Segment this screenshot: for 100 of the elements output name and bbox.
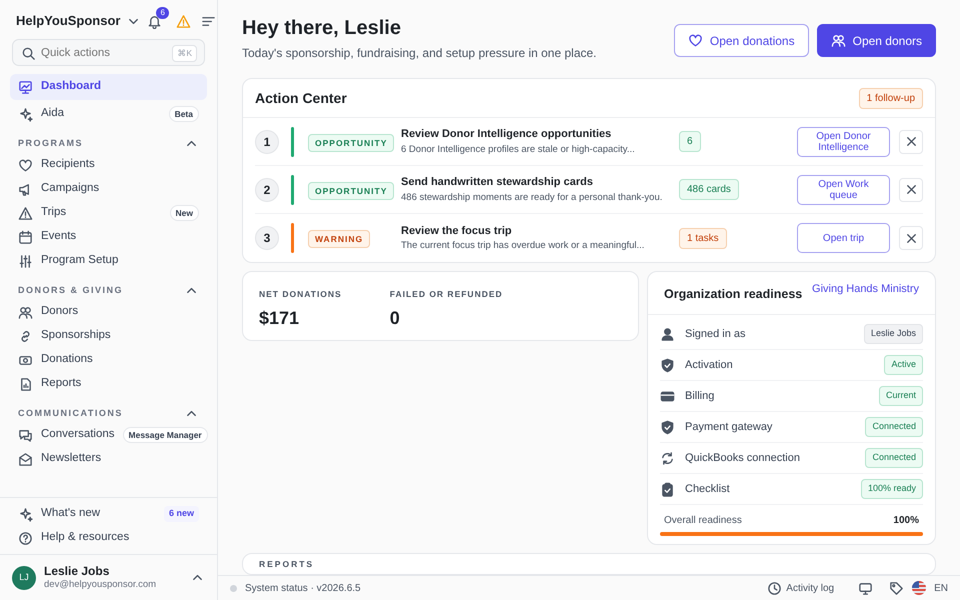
overall-label: Overall readiness <box>664 514 742 528</box>
shield-check-icon <box>660 358 675 372</box>
action-title: Send handwritten stewardship cards <box>401 175 594 190</box>
open-donations-button[interactable]: Open donations <box>674 24 809 57</box>
organization-link[interactable]: Giving Hands Ministry <box>812 281 919 298</box>
section-title: REPORTS <box>259 558 314 570</box>
status-tag: Current <box>878 386 923 406</box>
chat-icon <box>18 428 33 442</box>
readiness-label: Checklist <box>685 482 730 497</box>
nav-item[interactable]: Events <box>10 225 207 249</box>
report-icon <box>18 376 33 392</box>
status-tag: Connected <box>865 417 923 437</box>
step-number: 3 <box>255 226 279 250</box>
nav-badge: Message Manager <box>122 426 208 444</box>
bell-icon[interactable] <box>147 14 162 28</box>
new-count: 6 new <box>164 506 199 522</box>
nav-item[interactable]: Donors <box>10 300 207 324</box>
flag-icon <box>912 581 926 595</box>
brand-name: HelpYouSponsor <box>16 12 120 30</box>
heart-icon <box>18 158 33 172</box>
readiness-label: Payment gateway <box>685 420 772 435</box>
status-dot <box>230 584 237 592</box>
people-icon <box>18 304 33 320</box>
monitor-icon <box>858 580 874 596</box>
stat-value: 0 <box>390 306 401 330</box>
chart-icon <box>18 80 33 94</box>
nav-item[interactable]: Newsletters <box>10 447 207 471</box>
nav-badge: Beta <box>168 106 199 122</box>
open-donors-button[interactable]: Open donors <box>816 24 936 57</box>
stat-label: FAILED OR REFUNDED <box>390 288 503 301</box>
action-button[interactable]: Open Donor Intelligence <box>797 126 890 156</box>
section-header[interactable]: PROGRAMS <box>10 134 207 153</box>
action-button[interactable]: Open Work queue <box>797 174 890 204</box>
dismiss-button[interactable] <box>899 226 923 250</box>
user-avatar: LJ <box>12 566 36 590</box>
action-button[interactable]: Open trip <box>797 223 890 253</box>
count-badge: 6 <box>679 131 701 152</box>
count-badge: 1 tasks <box>679 228 727 248</box>
card-title: Action Center <box>255 88 347 108</box>
section-header[interactable]: DONORS & GIVING <box>10 281 207 300</box>
shortcut-key: ⌘K <box>172 45 197 62</box>
activity-log-link[interactable]: Activity log <box>767 580 834 596</box>
step-number: 2 <box>255 178 279 202</box>
tag-icon <box>889 580 904 596</box>
readiness-label: Billing <box>685 388 714 404</box>
status-tag: 100% ready <box>860 479 923 499</box>
language-label: EN <box>934 582 948 596</box>
step-number: 1 <box>255 130 279 154</box>
nav-item[interactable]: Aida Beta <box>10 102 207 126</box>
warning-icon <box>18 206 33 220</box>
status-tag: WARNING <box>308 230 370 248</box>
sparkle-icon <box>18 106 33 122</box>
action-description: 486 stewardship moments are ready for a personal thank-you. <box>401 190 664 205</box>
overall-value: 100% <box>893 514 919 528</box>
heart-icon <box>688 33 703 48</box>
status-tag: OPPORTUNITY <box>308 182 394 200</box>
notification-count: 6 <box>156 6 169 18</box>
nav-item[interactable]: Recipients <box>10 153 207 177</box>
calendar-icon <box>18 230 33 244</box>
status-tag: Connected <box>865 448 923 468</box>
nav-item[interactable]: Conversations Message Manager <box>10 423 207 447</box>
help-icon <box>18 530 33 546</box>
nav-item[interactable]: What's new 6 new <box>10 502 207 526</box>
count-badge: 486 cards <box>679 179 739 200</box>
dismiss-button[interactable] <box>899 130 923 154</box>
nav-item[interactable]: Program Setup <box>10 249 207 273</box>
card-title: Organization readiness <box>664 286 802 303</box>
shield-check-icon <box>660 420 675 434</box>
nav-item[interactable]: Help & resources <box>10 526 207 550</box>
sparkle-icon <box>18 506 33 522</box>
page-subtitle: Today's sponsorship, fundraising, and setup pressure in one place. <box>242 45 597 62</box>
nav-item[interactable]: Campaigns <box>10 177 207 201</box>
action-description: 6 Donor Intelligence profiles are stale or high-capacity... <box>401 142 636 157</box>
follow-up-badge: 1 follow-up <box>858 88 923 108</box>
readiness-label: Activation <box>685 358 733 373</box>
status-tag: Leslie Jobs <box>864 324 923 344</box>
nav-item[interactable]: Trips New <box>10 201 207 225</box>
stat-label: NET DONATIONS <box>259 288 342 301</box>
status-tag: OPPORTUNITY <box>308 134 394 152</box>
stat-value: $171 <box>259 306 300 330</box>
user-email: dev@helpyousponsor.com <box>44 579 158 591</box>
action-title: Review Donor Intelligence opportunities <box>401 127 612 142</box>
user-name: Leslie Jobs <box>44 564 110 580</box>
clock-icon <box>767 580 782 596</box>
system-status: System status · v2026.6.5 <box>245 582 361 596</box>
nav-item[interactable]: Dashboard <box>10 74 207 100</box>
sliders-icon <box>18 254 33 268</box>
dismiss-button[interactable] <box>899 178 923 202</box>
person-icon <box>660 326 675 342</box>
nav-item[interactable]: Donations <box>10 348 207 372</box>
credit-card-icon <box>660 388 675 404</box>
nav-item[interactable]: Reports <box>10 372 207 396</box>
people-icon <box>830 33 846 48</box>
nav-item[interactable]: Sponsorships <box>10 324 207 348</box>
section-header[interactable]: COMMUNICATIONS <box>10 404 207 423</box>
warning-icon <box>176 14 192 28</box>
status-tag: Active <box>884 355 923 375</box>
action-title: Review the focus trip <box>401 224 513 239</box>
action-description: The current focus trip has overdue work or a meaningful... <box>401 239 646 254</box>
readiness-label: Signed in as <box>685 326 746 342</box>
